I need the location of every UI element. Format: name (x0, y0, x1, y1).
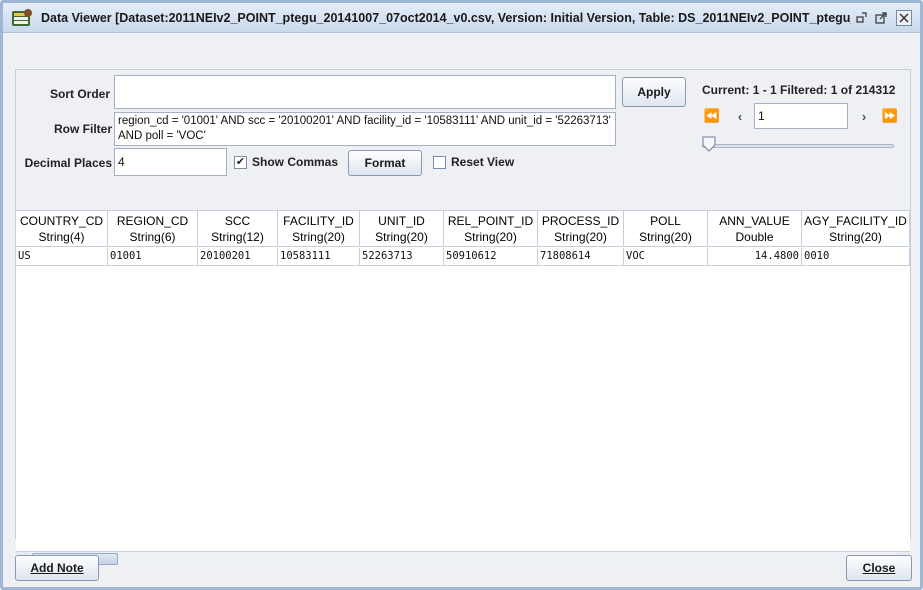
column-header[interactable]: AGY_FACILITY_ID String(20) (802, 211, 910, 247)
column-type: String(20) (639, 230, 692, 244)
window-title: Data Viewer [Dataset:2011NEIv2_POINT_pte… (41, 11, 851, 25)
format-button[interactable]: Format (348, 150, 422, 176)
content-area: Sort Order Apply Row Filter region_cd = … (11, 41, 912, 581)
reset-view-label: Reset View (451, 155, 515, 169)
column-type: String(6) (129, 230, 176, 244)
column-header[interactable]: SCC String(12) (198, 211, 278, 247)
first-page-icon[interactable]: ⏪ (702, 106, 722, 126)
table-cell[interactable]: 01001 (108, 248, 198, 266)
column-header[interactable]: POLL String(20) (624, 211, 708, 247)
page-slider-track[interactable] (702, 144, 894, 148)
filtered-value: 1 (830, 83, 838, 97)
column-type: String(20) (829, 230, 882, 244)
row-filter-label: Row Filter (53, 122, 112, 136)
of-label: of (840, 83, 853, 97)
decimal-places-label: Decimal Places (24, 156, 112, 170)
row-filter-input[interactable]: region_cd = '01001' AND scc = '20100201'… (114, 112, 616, 146)
app-icon (12, 9, 32, 26)
decimal-places-input[interactable]: 4 (114, 148, 227, 176)
next-page-icon[interactable]: › (854, 106, 874, 126)
column-name: SCC (224, 214, 251, 228)
column-name: REGION_CD (116, 214, 189, 228)
column-header[interactable]: PROCESS_ID String(20) (538, 211, 624, 247)
column-name: PROCESS_ID (541, 214, 620, 228)
title-bar[interactable]: Data Viewer [Dataset:2011NEIv2_POINT_pte… (3, 3, 920, 33)
column-name: AGY_FACILITY_ID (804, 214, 907, 228)
column-name: FACILITY_ID (283, 214, 354, 228)
column-name: COUNTRY_CD (19, 214, 104, 228)
column-name: POLL (650, 214, 681, 228)
column-header[interactable]: REL_POINT_ID String(20) (444, 211, 538, 247)
table-cell[interactable]: 50910612 (444, 248, 538, 266)
column-type: String(12) (211, 230, 264, 244)
show-commas-check-icon: ✔ (234, 155, 247, 169)
viewer-panel: Sort Order Apply Row Filter region_cd = … (15, 69, 911, 566)
table-cell[interactable]: 0010 (802, 248, 910, 266)
column-header[interactable]: ANN_VALUE Double (708, 211, 802, 247)
column-header[interactable]: REGION_CD String(6) (108, 211, 198, 247)
reset-view-checkbox[interactable]: Reset View (433, 155, 514, 169)
previous-page-icon[interactable]: ‹ (730, 106, 750, 126)
column-type: String(4) (38, 230, 85, 244)
table-cell[interactable]: 71808614 (538, 248, 624, 266)
show-commas-label: Show Commas (252, 155, 339, 169)
current-label: Current: (702, 83, 750, 97)
column-name: UNIT_ID (378, 214, 425, 228)
table-cell[interactable]: 10583111 (278, 248, 360, 266)
table-cell[interactable]: 14.4800 (708, 248, 802, 266)
data-viewer-window: Data Viewer [Dataset:2011NEIv2_POINT_pte… (0, 0, 923, 590)
column-header[interactable]: COUNTRY_CD String(4) (16, 211, 108, 247)
horizontal-scrollbar[interactable]: ◀ ||| ▶ (16, 551, 910, 566)
column-type: String(20) (554, 230, 607, 244)
column-type: String(20) (292, 230, 345, 244)
total-value: 214312 (855, 83, 896, 97)
column-header[interactable]: UNIT_ID String(20) (360, 211, 444, 247)
column-name: ANN_VALUE (719, 214, 790, 228)
page-slider-thumb[interactable] (702, 136, 716, 152)
reset-view-box (433, 155, 446, 169)
last-page-icon[interactable]: ⏩ (880, 106, 900, 126)
apply-button[interactable]: Apply (622, 77, 686, 107)
column-type: Double (735, 230, 774, 244)
add-note-button[interactable]: Add Note (15, 555, 99, 581)
page-input[interactable]: 1 (754, 103, 848, 129)
table-cell[interactable]: US (16, 248, 108, 266)
column-type: String(20) (375, 230, 428, 244)
column-name: REL_POINT_ID (447, 214, 534, 228)
sort-order-input[interactable] (114, 75, 616, 109)
maximize-icon[interactable] (873, 10, 889, 26)
current-value: 1 - 1 (752, 83, 777, 97)
table-cell[interactable]: 52263713 (360, 248, 444, 266)
table-header: COUNTRY_CD String(4) REGION_CD String(6) SCC… (16, 211, 910, 247)
table-cell[interactable]: 20100201 (198, 248, 278, 266)
minimize-icon[interactable] (853, 10, 869, 26)
show-commas-checkbox[interactable]: ✔ Show Commas (234, 155, 338, 169)
column-type: String(20) (464, 230, 517, 244)
sort-order-label: Sort Order (49, 87, 110, 101)
column-header[interactable]: FACILITY_ID String(20) (278, 211, 360, 247)
close-button[interactable]: Close (846, 555, 912, 581)
filtered-label: Filtered: (780, 83, 828, 97)
data-table: COUNTRY_CD String(4) REGION_CD String(6) SCC… (16, 210, 910, 566)
close-icon[interactable] (896, 10, 912, 26)
pager-status: Current: 1 - 1 Filtered: 1 of 214312 (702, 83, 895, 97)
table-row[interactable]: US 01001 20100201 10583111 52263713 50910612 7… (16, 248, 910, 266)
table-cell[interactable]: VOC (624, 248, 708, 266)
